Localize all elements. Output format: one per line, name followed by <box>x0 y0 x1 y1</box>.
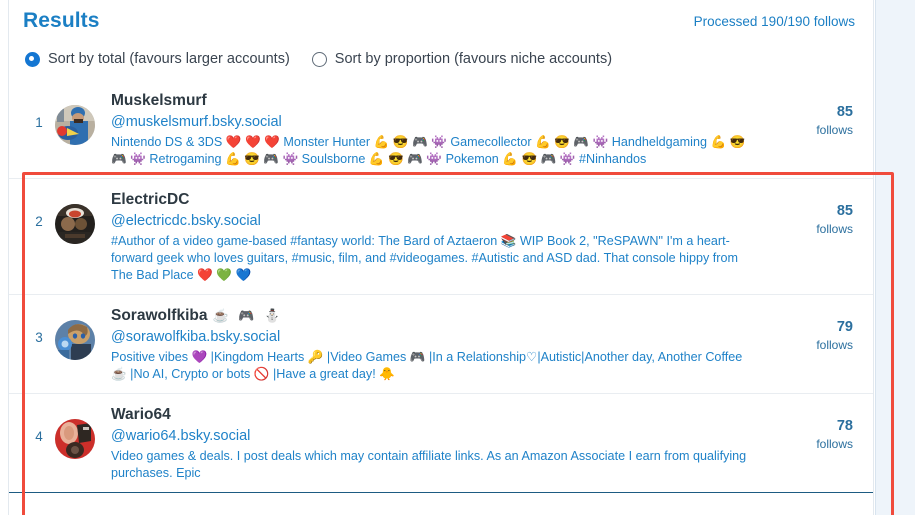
follows-label: follows <box>816 123 853 137</box>
account-name: ElectricDC <box>111 190 757 210</box>
avatar-container <box>53 190 97 244</box>
avatar-container <box>53 91 97 145</box>
table-row[interactable]: 4 Wario64 @wario64.bsky.social Video gam… <box>9 394 873 493</box>
account-bio: Nintendo DS & 3DS ❤️ ❤️ ❤️ Monster Hunte… <box>111 135 746 166</box>
result-rank: 3 <box>35 330 43 345</box>
account-info: ElectricDC @electricdc.bsky.social #Auth… <box>97 190 765 284</box>
follows-count: 85 <box>836 104 853 120</box>
results-page: Results Processed 190/190 follows Sort b… <box>0 0 915 515</box>
follows-count: 78 <box>836 418 853 434</box>
avatar[interactable] <box>55 105 95 145</box>
follows-count: 79 <box>836 319 853 335</box>
table-row[interactable]: 1 Muskelsmurf @muskelsmurf.bsky.social N… <box>9 80 873 179</box>
account-bio: Video games & deals. I post deals which … <box>111 449 747 480</box>
avatar[interactable] <box>55 204 95 244</box>
account-handle[interactable]: @muskelsmurf.bsky.social <box>111 112 757 133</box>
page-left-gutter <box>0 0 8 515</box>
account-info: Wario64 @wario64.bsky.social Video games… <box>97 405 765 482</box>
processed-status: Processed 190/190 follows <box>693 13 855 29</box>
follows-stat: 79 follows <box>765 306 857 354</box>
account-display-name: ElectricDC <box>111 191 190 208</box>
account-name: Sorawolfkiba ☕ 🎮 ⛄ <box>111 306 757 326</box>
account-info: Sorawolfkiba ☕ 🎮 ⛄ @sorawolfkiba.bsky.so… <box>97 306 765 383</box>
account-bio: Positive vibes 💜 |Kingdom Hearts 🔑 |Vide… <box>111 350 743 381</box>
follows-label: follows <box>816 222 853 236</box>
sort-by-proportion-option[interactable]: Sort by proportion (favours niche accoun… <box>311 51 613 67</box>
radio-selected-icon[interactable] <box>25 51 40 67</box>
follows-count: 85 <box>836 203 853 219</box>
follows-label: follows <box>816 437 853 451</box>
avatar-image <box>55 204 95 244</box>
avatar-image <box>55 419 95 459</box>
avatar-image <box>55 320 95 360</box>
table-row[interactable]: 3 Sorawolfkiba ☕ 🎮 ⛄ @sorawolfkiba.bsky.… <box>9 295 873 394</box>
avatar-container <box>53 306 97 360</box>
page-title: Results <box>23 9 100 32</box>
avatar[interactable] <box>55 419 95 459</box>
account-name-emojis: ☕ 🎮 ⛄ <box>212 308 284 323</box>
follows-stat: 78 follows <box>765 405 857 453</box>
account-info: Muskelsmurf @muskelsmurf.bsky.social Nin… <box>97 91 765 168</box>
account-handle[interactable]: @wario64.bsky.social <box>111 426 757 447</box>
result-rank: 1 <box>35 115 43 130</box>
radio-unselected-icon[interactable] <box>311 51 327 67</box>
account-bio: #Author of a video game-based #fantasy w… <box>111 234 738 282</box>
result-rank: 2 <box>35 214 43 229</box>
results-card: Results Processed 190/190 follows Sort b… <box>8 0 894 515</box>
results-list: 1 Muskelsmurf @muskelsmurf.bsky.social N… <box>9 80 894 515</box>
sort-by-total-label: Sort by total (favours larger accounts) <box>48 51 290 67</box>
follows-stat: 85 follows <box>765 190 857 238</box>
account-handle[interactable]: @sorawolfkiba.bsky.social <box>111 327 757 348</box>
account-display-name: Wario64 <box>111 406 171 423</box>
follows-stat: 85 follows <box>765 91 857 139</box>
results-header: Results Processed 190/190 follows <box>9 0 873 42</box>
table-row[interactable]: 2 ElectricDC @electricdc.bsky.social #Au… <box>9 179 873 295</box>
sort-by-total-option[interactable]: Sort by total (favours larger accounts) <box>25 51 290 67</box>
account-handle[interactable]: @electricdc.bsky.social <box>111 211 757 232</box>
account-name: Wario64 <box>111 405 757 425</box>
follows-label: follows <box>816 338 853 352</box>
sort-options: Sort by total (favours larger accounts) … <box>9 42 873 74</box>
account-display-name: Muskelsmurf <box>111 92 207 109</box>
sort-by-proportion-label: Sort by proportion (favours niche accoun… <box>334 51 613 67</box>
avatar[interactable] <box>55 320 95 360</box>
avatar-container <box>53 405 97 459</box>
page-right-gutter <box>875 0 915 515</box>
account-display-name: Sorawolfkiba <box>111 307 208 324</box>
avatar-image <box>55 105 95 145</box>
account-name: Muskelsmurf <box>111 91 757 111</box>
result-rank: 4 <box>35 429 43 444</box>
